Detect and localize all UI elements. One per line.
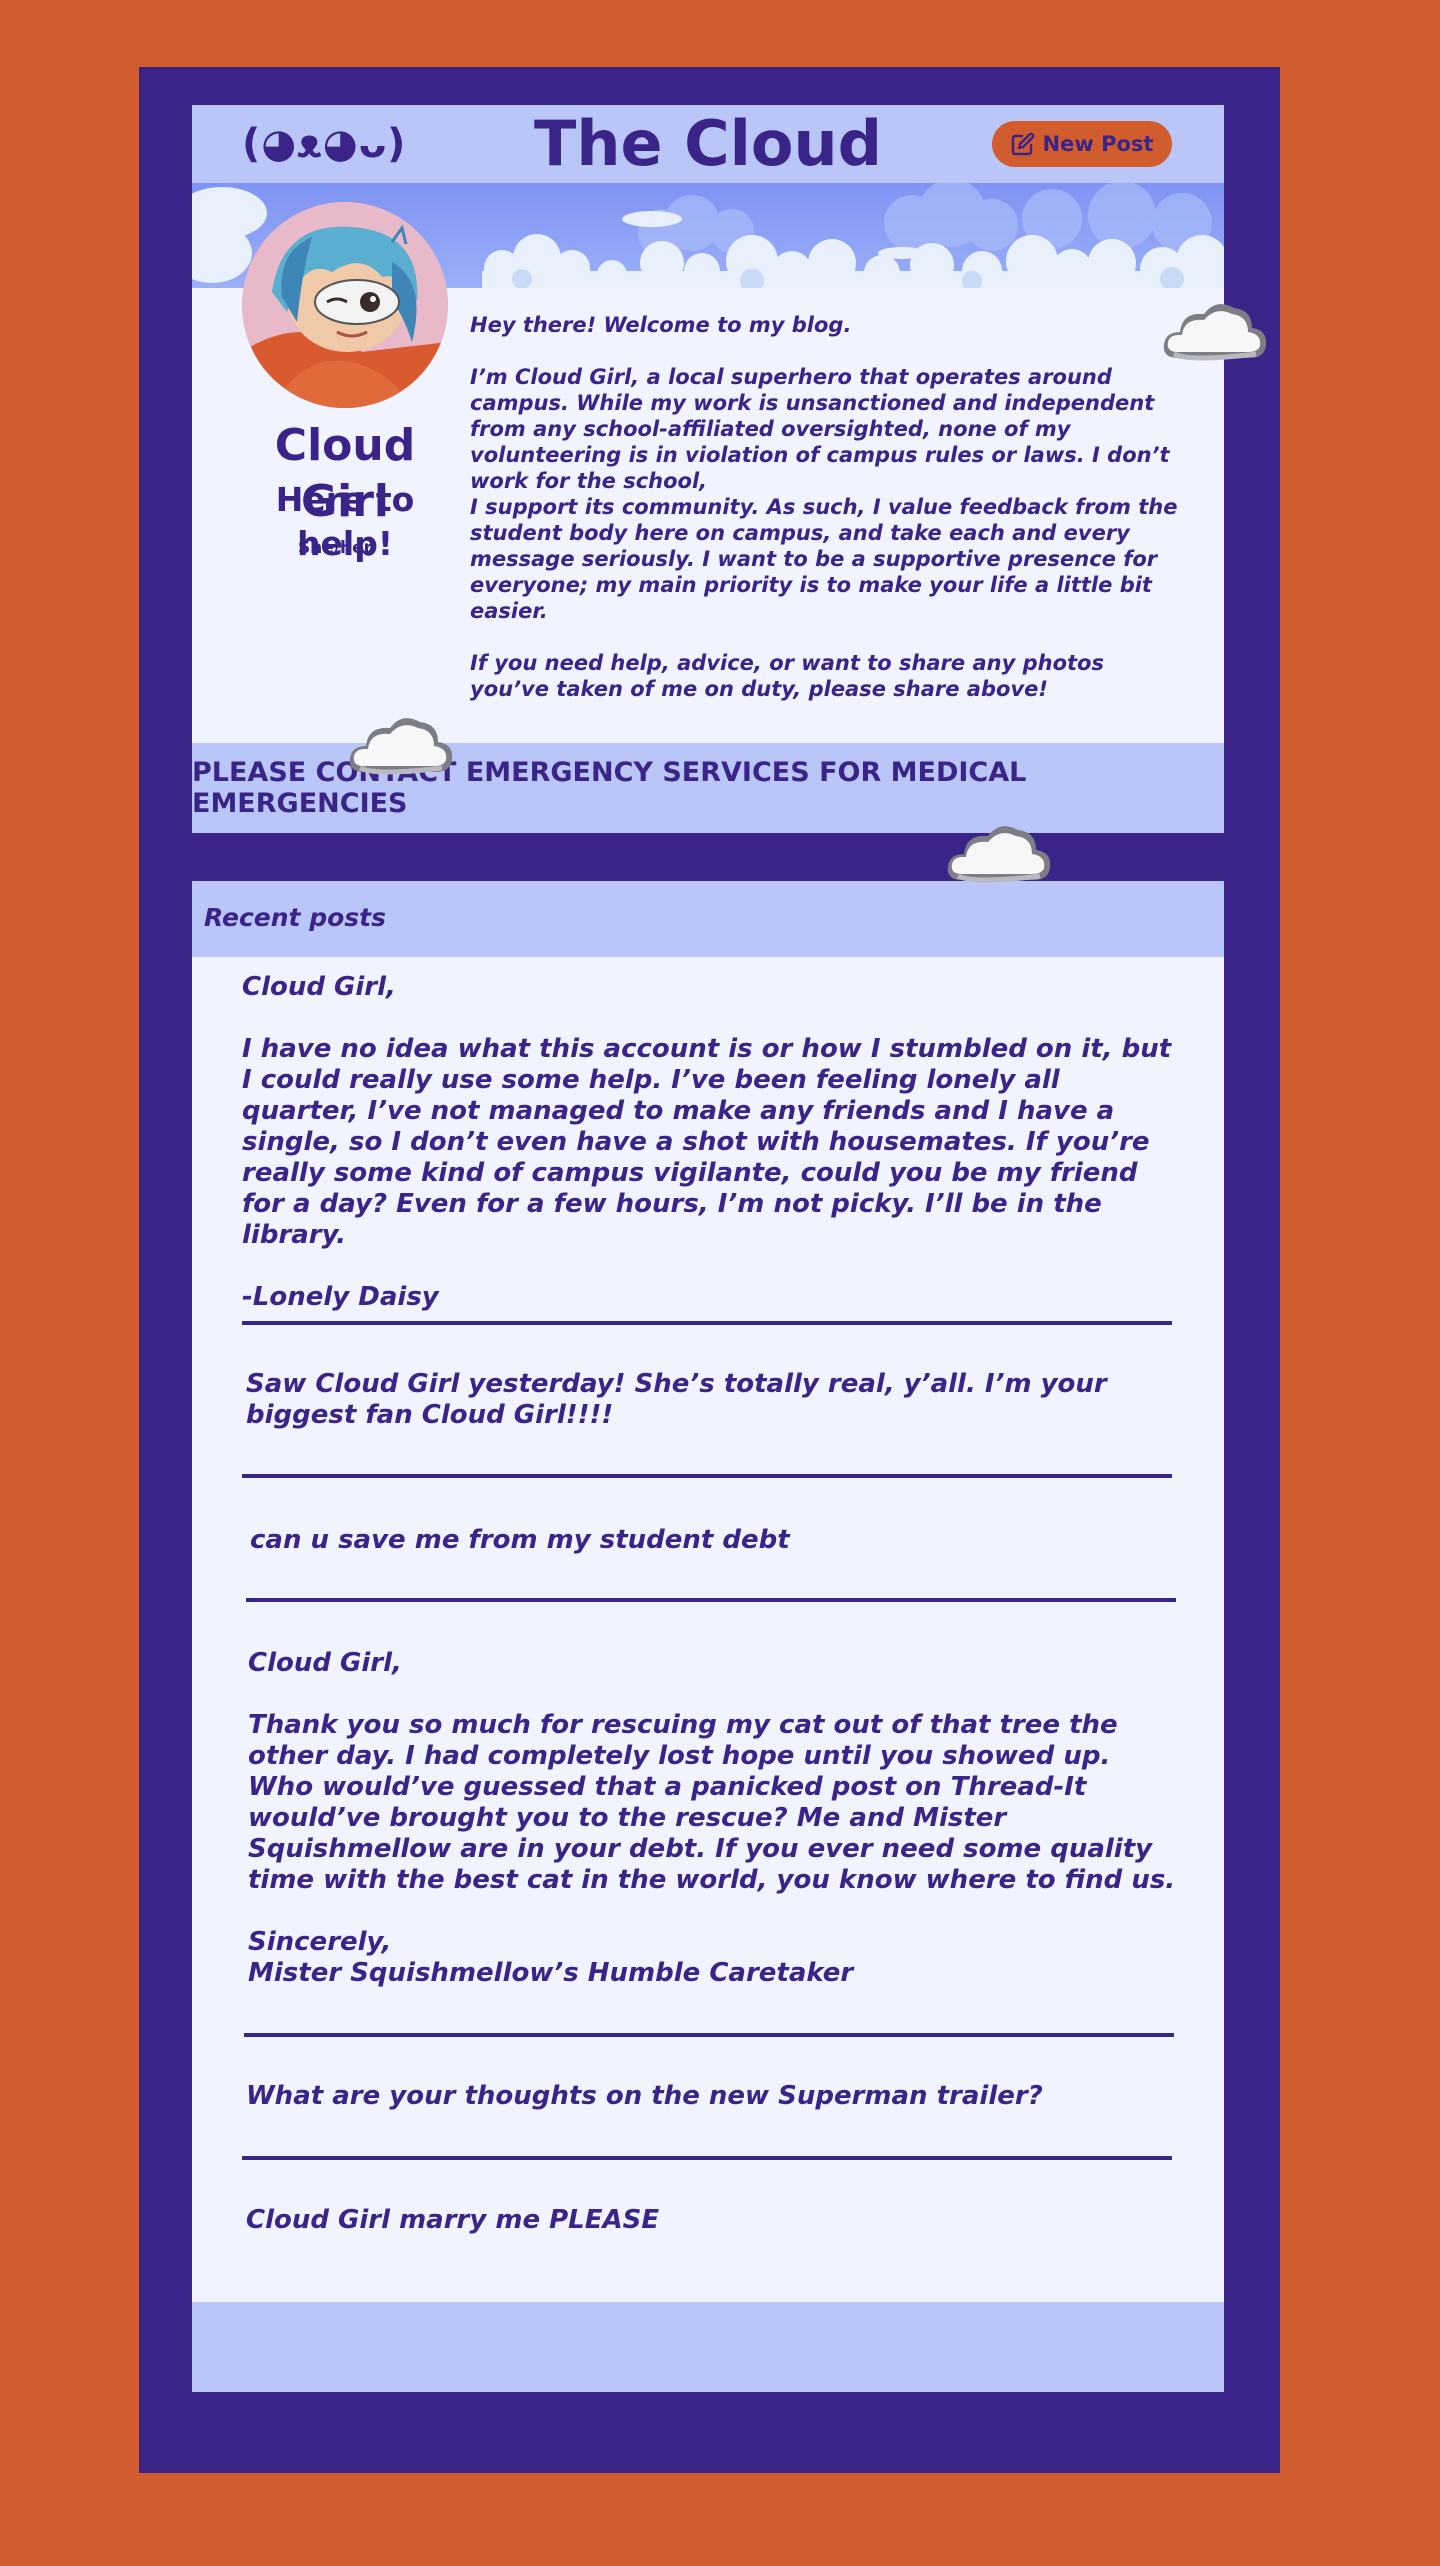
- post-item[interactable]: Saw Cloud Girl yesterday! She’s totally …: [246, 1369, 1176, 1431]
- post-body: What are your thoughts on the new Superm…: [246, 2081, 1043, 2111]
- cloud-icon: [1163, 304, 1267, 361]
- post-item[interactable]: What are your thoughts on the new Superm…: [246, 2081, 1176, 2112]
- post-divider: [244, 2033, 1174, 2037]
- post-signoff: Sincerely,: [248, 1927, 392, 1957]
- post-salutation: Cloud Girl,: [242, 972, 396, 1002]
- profile-avatar[interactable]: [242, 202, 448, 408]
- posts-list: Cloud Girl, I have no idea what this acc…: [192, 957, 1224, 2302]
- post-divider: [242, 1321, 1172, 1325]
- post-body: I have no idea what this account is or h…: [242, 1034, 1172, 1250]
- post-body: Thank you so much for rescuing my cat ou…: [248, 1710, 1176, 1895]
- bio-greeting: Hey there! Welcome to my blog.: [470, 313, 852, 337]
- post-divider: [242, 2156, 1172, 2160]
- post-signature: Mister Squishmellow’s Humble Caretaker: [248, 1958, 854, 1988]
- post-body: Saw Cloud Girl yesterday! She’s totally …: [246, 1369, 1107, 1430]
- post-salutation: Cloud Girl,: [248, 1648, 402, 1678]
- post-signature: -Lonely Daisy: [242, 1282, 439, 1312]
- site-header: (◕ᴥ◕ᴗ) The Cloud New Post: [192, 105, 1224, 183]
- avatar-illustration: [242, 202, 448, 408]
- post-body: can u save me from my student debt: [250, 1525, 790, 1555]
- post-item[interactable]: Cloud Girl, I have no idea what this acc…: [242, 972, 1172, 1313]
- cloud-icon: [947, 826, 1051, 883]
- post-body: Cloud Girl marry me PLEASE: [246, 2205, 660, 2235]
- recent-posts-title: Recent posts: [204, 903, 386, 932]
- footer-bar: [192, 2302, 1224, 2392]
- bio-paragraph: I’m Cloud Girl, a local superhero that o…: [470, 365, 1170, 493]
- post-divider: [246, 1598, 1176, 1602]
- post-item[interactable]: Cloud Girl marry me PLEASE: [246, 2205, 1176, 2236]
- profile-pronouns: She/her: [297, 538, 373, 558]
- post-item[interactable]: can u save me from my student debt: [250, 1525, 1180, 1556]
- bio-paragraph: If you need help, advice, or want to sha…: [470, 651, 1104, 701]
- post-divider: [242, 1474, 1172, 1478]
- post-item[interactable]: Cloud Girl, Thank you so much for rescui…: [248, 1648, 1178, 1989]
- edit-icon: [1011, 132, 1034, 156]
- recent-posts-header: Recent posts: [192, 881, 1224, 957]
- cloud-icon: [349, 718, 453, 775]
- new-post-label: New Post: [1042, 132, 1154, 156]
- bio-paragraph: I support its community. As such, I valu…: [470, 495, 1178, 623]
- new-post-button[interactable]: New Post: [992, 121, 1172, 167]
- bio-text: Hey there! Welcome to my blog. I’m Cloud…: [470, 312, 1180, 702]
